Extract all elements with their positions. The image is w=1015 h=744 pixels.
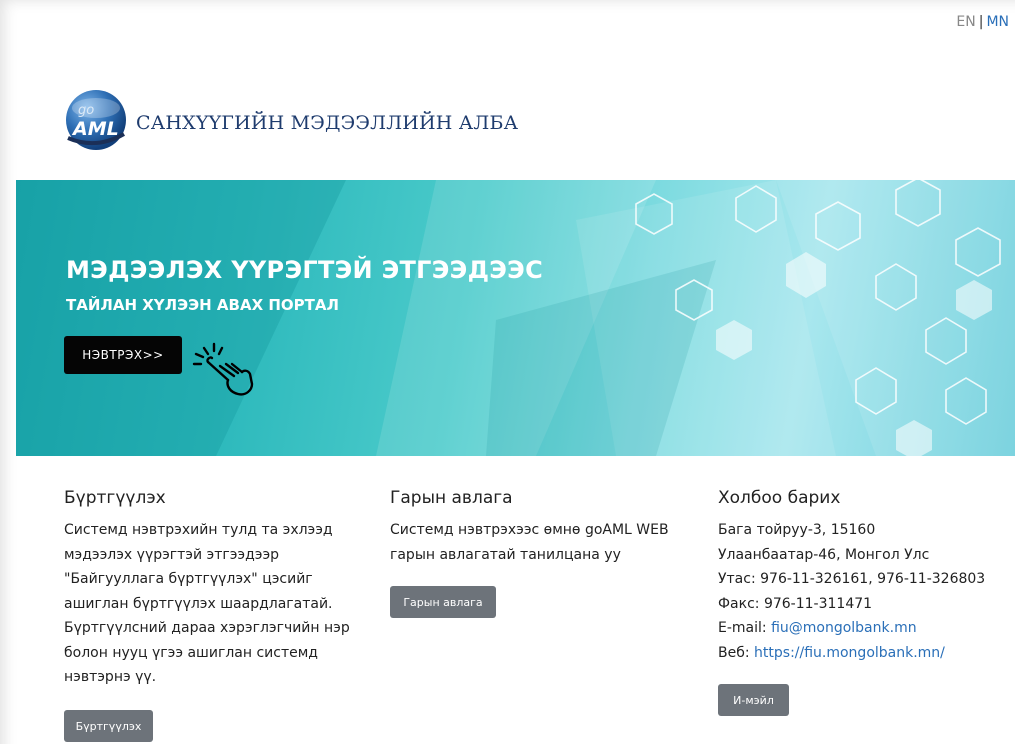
guide-section: Гарын авлага Системд нэвтрэхээс өмнө goA… [390,488,690,567]
email-button[interactable]: И-мэйл [718,684,789,716]
language-switch: EN | MN [956,14,1009,30]
guide-text: Системд нэвтрэхээс өмнө goAML WEB гарын … [390,522,669,563]
contact-email-line: E-mail: fiu@mongolbank.mn [718,616,1015,641]
contact-address-1: Бага тойруу-3, 15160 [718,522,876,538]
contact-email-label: E-mail: [718,620,772,636]
contact-web-line: Веб: https://fiu.mongolbank.mn/ [718,641,1015,666]
pointing-hand-icon [192,342,254,396]
contact-phone: Утас: 976-11-326161, 976-11-326803 [718,571,986,587]
svg-text:AML: AML [71,118,119,140]
register-button[interactable]: Бүртгүүлэх [64,710,153,742]
lang-en-link[interactable]: EN [956,14,975,30]
lang-mn-link[interactable]: MN [986,14,1009,30]
contact-web-link[interactable]: https://fiu.mongolbank.mn/ [754,645,945,661]
guide-button[interactable]: Гарын авлага [390,586,496,618]
hero-title: МЭДЭЭЛЭХ ҮҮРЭГТЭЙ ЭТГЭЭДЭЭС [66,256,544,284]
contact-web-label: Веб: [718,644,755,661]
contact-address-2: Улаанбаатар-46, Монгол Улс [718,546,930,563]
contact-fax: Факс: 976-11-311471 [718,595,873,612]
contact-section: Холбоо барих Бага тойруу-3, 15160 Улаанб… [718,488,1015,665]
guide-heading: Гарын авлага [390,488,513,508]
brand-name: САНХҮҮГИЙН МЭДЭЭЛЛИЙН АЛБА [136,112,519,134]
contact-email-link[interactable]: fiu@mongolbank.mn [771,620,917,636]
register-text: Системд нэвтрэхийн тулд та эхлээд мэдээл… [64,522,350,685]
login-button[interactable]: НЭВТРЭХ>> [64,336,182,374]
hero-background [16,180,1015,456]
hero-banner: МЭДЭЭЛЭХ ҮҮРЭГТЭЙ ЭТГЭЭДЭЭС ТАЙЛАН ХҮЛЭЭ… [16,180,1015,456]
lang-separator: | [978,14,984,30]
goaml-logo: go AML [64,88,128,152]
register-heading: Бүртгүүлэх [64,488,166,508]
brand-header[interactable]: go AML САНХҮҮГИЙН МЭДЭЭЛЛИЙН АЛБА [64,88,518,152]
register-section: Бүртгүүлэх Системд нэвтрэхийн тулд та эх… [64,488,364,690]
hero-subtitle: ТАЙЛАН ХҮЛЭЭН АВАХ ПОРТАЛ [66,296,339,314]
svg-text:go: go [78,103,94,118]
contact-heading: Холбоо барих [718,488,841,508]
